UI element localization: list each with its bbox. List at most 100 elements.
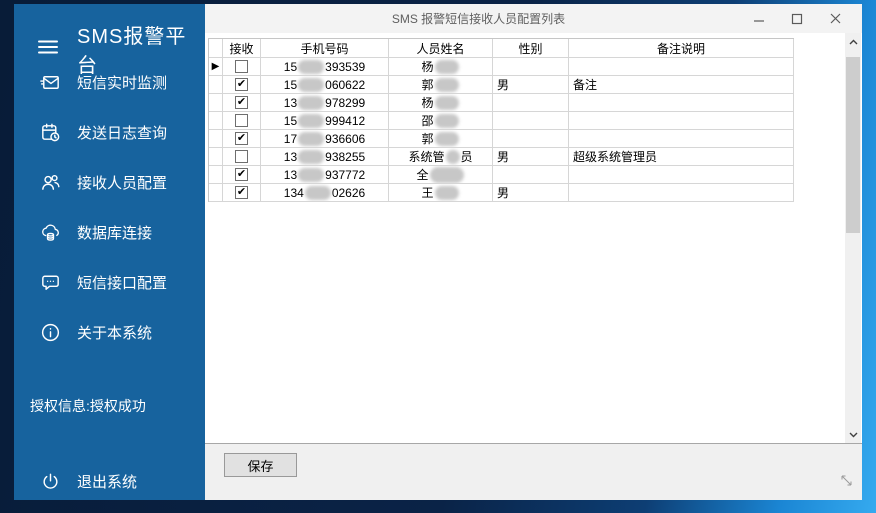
redaction-blur — [430, 167, 464, 183]
table-row[interactable]: ▶ 15393539 杨 — [209, 58, 794, 76]
column-header-gender[interactable]: 性别 — [493, 39, 569, 57]
column-header-receive[interactable]: 接收 — [223, 39, 261, 57]
sidebar-item-database[interactable]: 数据库连接 — [38, 218, 152, 246]
table-row[interactable]: ✔ 17 936606 郭 — [209, 130, 794, 148]
sidebar-item-about[interactable]: 关于本系统 — [38, 318, 152, 346]
table-row[interactable]: ✔ 13978299 杨 — [209, 94, 794, 112]
table-row[interactable]: ✔ 15060622 郭 男 备注 — [209, 76, 794, 94]
window-titlebar[interactable]: SMS 报警短信接收人员配置列表 — [205, 4, 862, 33]
sidebar-item-label: 短信实时监测 — [77, 72, 167, 93]
name-visible: 邵 — [421, 112, 433, 129]
phone-visible: 936606 — [325, 132, 365, 146]
sidebar-item-sms-api-config[interactable]: 短信接口配置 — [38, 268, 167, 296]
table-row[interactable]: ✔ 13937772 全 — [209, 166, 794, 184]
receive-checkbox[interactable]: ✔ — [235, 186, 248, 199]
receive-checkbox[interactable] — [235, 60, 248, 73]
phone-cell: 134 02626 — [261, 184, 389, 201]
close-button[interactable] — [816, 4, 854, 33]
close-icon — [831, 14, 840, 23]
receive-checkbox[interactable]: ✔ — [235, 78, 248, 91]
sidebar-item-recipient-config[interactable]: 接收人员配置 — [38, 168, 167, 196]
table-row[interactable]: 15999412 邵 — [209, 112, 794, 130]
license-status: 授权信息:授权成功 — [30, 396, 146, 416]
chevron-up-icon — [849, 39, 858, 45]
row-selector — [209, 94, 223, 111]
phone-visible: 02626 — [332, 186, 365, 200]
redaction-blur — [435, 114, 459, 128]
name-cell: 全 — [389, 166, 493, 183]
receive-checkbox[interactable]: ✔ — [235, 132, 248, 145]
scroll-down-button[interactable] — [845, 426, 861, 443]
receive-checkbox[interactable]: ✔ — [235, 168, 248, 181]
window-controls — [740, 4, 854, 33]
sidebar-item-sms-monitor[interactable]: 短信实时监测 — [38, 68, 167, 96]
receive-checkbox[interactable] — [235, 150, 248, 163]
receive-checkbox[interactable]: ✔ — [235, 96, 248, 109]
redaction-blur — [298, 114, 324, 128]
phone-visible: 15 — [284, 114, 297, 128]
chat-bubble-icon — [38, 270, 62, 294]
sidebar-item-label: 接收人员配置 — [77, 172, 167, 193]
gender-cell: 男 — [493, 76, 569, 93]
phone-cell: 15999412 — [261, 112, 389, 129]
resize-grip-icon[interactable] — [838, 472, 855, 494]
scroll-up-button[interactable] — [845, 33, 861, 50]
app-window: SMS报警平台 短信实时监测 发送日志查询 接收人员配置 — [14, 4, 862, 500]
gender-cell — [493, 94, 569, 111]
phone-visible: 13 — [284, 150, 297, 164]
redaction-blur — [298, 78, 324, 92]
phone-cell: 15060622 — [261, 76, 389, 93]
name-cell: 杨 — [389, 58, 493, 75]
table-header-row: 接收 手机号码 人员姓名 性别 备注说明 — [209, 39, 794, 58]
phone-cell: 13938255 — [261, 148, 389, 165]
phone-cell: 13937772 — [261, 166, 389, 183]
scrollbar-thumb[interactable] — [846, 57, 860, 233]
row-selector — [209, 184, 223, 201]
name-visible: 全 — [416, 166, 428, 183]
name-visible: 系统管 — [408, 148, 444, 165]
vertical-scrollbar[interactable] — [845, 33, 861, 443]
power-icon — [38, 469, 62, 493]
receive-checkbox[interactable] — [235, 114, 248, 127]
maximize-icon — [793, 14, 802, 23]
redaction-blur — [435, 132, 459, 146]
save-button[interactable]: 保存 — [224, 453, 297, 477]
column-header-remark[interactable]: 备注说明 — [569, 39, 794, 57]
redaction-blur — [298, 132, 324, 146]
phone-visible: 134 — [284, 186, 304, 200]
minimize-button[interactable] — [740, 4, 778, 33]
maximize-button[interactable] — [778, 4, 816, 33]
phone-visible: 937772 — [325, 168, 365, 182]
row-selector: ▶ — [209, 58, 223, 75]
redaction-blur — [435, 186, 459, 200]
sidebar-item-label: 关于本系统 — [77, 322, 152, 343]
name-visible: 郭 — [421, 130, 433, 147]
remark-cell — [569, 94, 794, 111]
name-visible: 王 — [421, 184, 433, 201]
column-header-phone[interactable]: 手机号码 — [261, 39, 389, 57]
redaction-blur — [298, 150, 324, 164]
remark-cell — [569, 184, 794, 201]
hamburger-menu-icon[interactable] — [36, 35, 60, 64]
footer-panel: 保存 — [205, 443, 862, 500]
table-row[interactable]: 13938255 系统管员 男 超级系统管理员 — [209, 148, 794, 166]
name-visible: 郭 — [421, 76, 433, 93]
name-visible: 杨 — [421, 58, 433, 75]
row-selector — [209, 148, 223, 165]
phone-cell: 15393539 — [261, 58, 389, 75]
column-header-name[interactable]: 人员姓名 — [389, 39, 493, 57]
remark-cell — [569, 130, 794, 147]
main-window: SMS 报警短信接收人员配置列表 — [205, 4, 862, 500]
sidebar-item-label: 发送日志查询 — [77, 122, 167, 143]
redaction-blur — [435, 78, 459, 92]
name-visible: 员 — [461, 148, 473, 165]
phone-visible: 17 — [284, 132, 297, 146]
sidebar-item-send-log[interactable]: 发送日志查询 — [38, 118, 167, 146]
sidebar-item-exit[interactable]: 退出系统 — [38, 467, 137, 495]
remark-cell — [569, 112, 794, 129]
gender-cell — [493, 166, 569, 183]
desktop-background: SMS报警平台 短信实时监测 发送日志查询 接收人员配置 — [0, 0, 876, 513]
row-selector — [209, 112, 223, 129]
table-row[interactable]: ✔ 13402626 王 男 — [209, 184, 794, 202]
name-cell: 郭 — [389, 76, 493, 93]
